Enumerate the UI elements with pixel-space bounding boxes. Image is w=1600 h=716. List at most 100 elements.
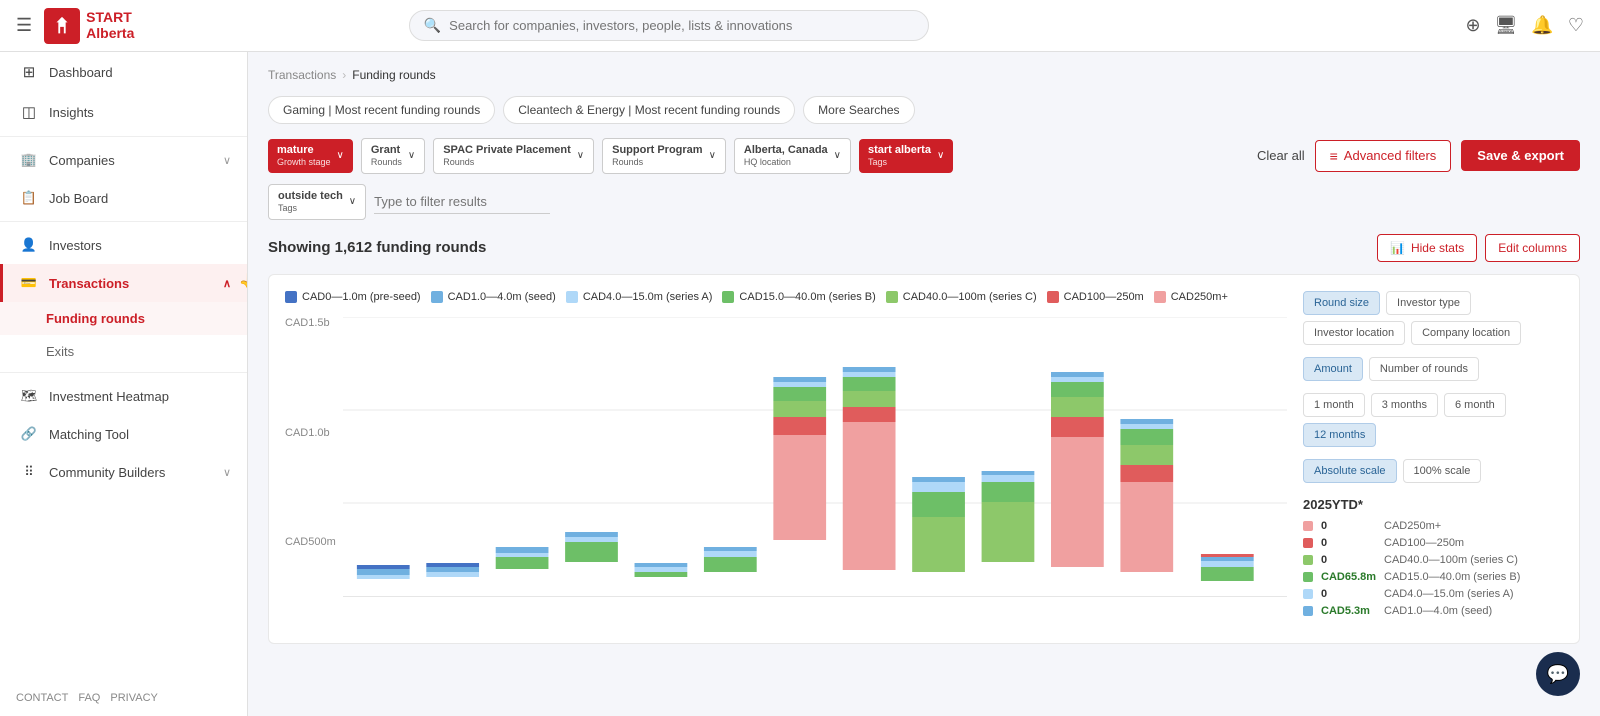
hamburger-icon[interactable]: ☰ — [16, 15, 32, 36]
sidebar-sub-exits[interactable]: Exits — [0, 335, 247, 368]
faq-link[interactable]: FAQ — [78, 692, 100, 704]
results-actions: 📊 Hide stats Edit columns — [1377, 234, 1580, 262]
advanced-filters-button[interactable]: ≡ Advanced filters — [1315, 140, 1452, 172]
sidebar-item-community-builders[interactable]: ⠿ Community Builders ∨ — [0, 453, 247, 491]
insights-icon: ◫ — [19, 103, 39, 121]
chat-bubble[interactable]: 💬 — [1536, 652, 1580, 696]
add-icon[interactable]: ⊕ — [1465, 15, 1480, 36]
sidebar-label-investment-heatmap: Investment Heatmap — [49, 389, 231, 404]
filter-growth-stage[interactable]: mature Growth stage ∨ — [268, 139, 353, 173]
cursor-hint: 👆 — [238, 268, 248, 294]
sidebar: ⊞ Dashboard ◫ Insights 🏢 Companies ∨ 📋 J… — [0, 52, 248, 716]
ctrl-number-of-rounds[interactable]: Number of rounds — [1369, 357, 1479, 381]
legend-dot-cad250plus — [1154, 291, 1166, 303]
saved-search-cleantech[interactable]: Cleantech & Energy | Most recent funding… — [503, 96, 795, 124]
stat-row-0: 0 CAD250m+ — [1303, 520, 1563, 532]
ctrl-100-scale[interactable]: 100% scale — [1403, 459, 1482, 483]
save-export-button[interactable]: Save & export — [1461, 140, 1580, 171]
clear-all-button[interactable]: Clear all — [1257, 148, 1305, 163]
ctrl-company-location[interactable]: Company location — [1411, 321, 1521, 345]
breadcrumb-current: Funding rounds — [352, 68, 435, 82]
ctrl-amount[interactable]: Amount — [1303, 357, 1363, 381]
results-count: Showing 1,612 funding rounds — [268, 239, 486, 256]
chart-section: CAD0—1.0m (pre-seed) CAD1.0—4.0m (seed) … — [268, 274, 1580, 644]
exits-label: Exits — [46, 344, 74, 359]
y-label-1-5b: CAD1.5b — [285, 317, 340, 329]
community-builders-chevron: ∨ — [223, 466, 231, 479]
legend-series-b: CAD15.0—40.0m (series B) — [722, 291, 875, 303]
stat-label-3: CAD15.0—40.0m (series B) — [1384, 571, 1520, 583]
hide-stats-button[interactable]: 📊 Hide stats — [1377, 234, 1477, 262]
contact-link[interactable]: CONTACT — [16, 692, 68, 704]
monitor-icon[interactable]: 🖥 — [1495, 15, 1518, 36]
legend-cad250plus: CAD250m+ — [1154, 291, 1228, 303]
legend-cad100-250: CAD100—250m — [1047, 291, 1144, 303]
filter-start-alberta[interactable]: start alberta Tags ∨ — [859, 139, 953, 173]
stat-label-5: CAD1.0—4.0m (seed) — [1384, 605, 1492, 617]
ctrl-3months[interactable]: 3 months — [1371, 393, 1438, 417]
legend-dot-series-c — [886, 291, 898, 303]
heart-icon[interactable]: ♡ — [1568, 15, 1584, 36]
sidebar-sub-funding-rounds[interactable]: Funding rounds — [0, 302, 247, 335]
legend-series-c: CAD40.0—100m (series C) — [886, 291, 1037, 303]
sidebar-item-transactions[interactable]: 💳 Transactions ∧ 👆 — [0, 264, 247, 302]
stat-label-4: CAD4.0—15.0m (series A) — [1384, 588, 1514, 600]
filter-hq-location[interactable]: Alberta, Canada HQ location ∨ — [734, 138, 851, 174]
main-content: Transactions › Funding rounds Gaming | M… — [248, 52, 1600, 716]
stat-row-2: 0 CAD40.0—100m (series C) — [1303, 554, 1563, 566]
ctrl-investor-location[interactable]: Investor location — [1303, 321, 1405, 345]
filter-outside-tech[interactable]: outside tech Tags ∨ — [268, 184, 366, 220]
sidebar-label-transactions: Transactions — [49, 276, 213, 291]
breadcrumb-parent[interactable]: Transactions — [268, 68, 336, 82]
sidebar-divider-2 — [0, 221, 247, 222]
more-searches-button[interactable]: More Searches — [803, 96, 914, 124]
sidebar-divider-3 — [0, 372, 247, 373]
filter-row-2: outside tech Tags ∨ — [268, 184, 1580, 220]
ctrl-12months[interactable]: 12 months — [1303, 423, 1376, 447]
dashboard-icon: ⊞ — [19, 63, 39, 81]
filter-text-input[interactable] — [374, 190, 550, 214]
sidebar-item-investment-heatmap[interactable]: 🗺 Investment Heatmap — [0, 377, 247, 415]
breadcrumb: Transactions › Funding rounds — [268, 68, 1580, 82]
stat-label-2: CAD40.0—100m (series C) — [1384, 554, 1518, 566]
transactions-icon: 💳 — [19, 275, 39, 291]
saved-searches: Gaming | Most recent funding rounds Clea… — [268, 96, 1580, 124]
legend-series-a: CAD4.0—15.0m (series A) — [566, 291, 713, 303]
ctrl-1month[interactable]: 1 month — [1303, 393, 1365, 417]
stat-row-4: 0 CAD4.0—15.0m (series A) — [1303, 588, 1563, 600]
sidebar-label-investors: Investors — [49, 238, 231, 253]
legend-dot-series-a — [566, 291, 578, 303]
y-label-500m: CAD500m — [285, 536, 340, 548]
sidebar-item-insights[interactable]: ◫ Insights — [0, 92, 247, 132]
legend-label-series-a: CAD4.0—15.0m (series A) — [583, 291, 713, 303]
search-input[interactable] — [449, 18, 914, 33]
search-bar[interactable]: 🔍 — [409, 10, 929, 41]
stat-dot-4 — [1303, 589, 1313, 599]
sidebar-item-investors[interactable]: 👤 Investors — [0, 226, 247, 264]
sidebar-item-companies[interactable]: 🏢 Companies ∨ — [0, 141, 247, 179]
bell-icon[interactable]: 🔔 — [1531, 15, 1553, 36]
ctrl-absolute-scale[interactable]: Absolute scale — [1303, 459, 1397, 483]
sidebar-item-job-board[interactable]: 📋 Job Board — [0, 179, 247, 217]
chart-stats: 2025YTD* 0 CAD250m+ 0 CAD100—250m — [1303, 497, 1563, 617]
legend-label-cad100-250: CAD100—250m — [1064, 291, 1144, 303]
sidebar-item-dashboard[interactable]: ⊞ Dashboard — [0, 52, 247, 92]
ctrl-round-size[interactable]: Round size — [1303, 291, 1380, 315]
stat-val-3: CAD65.8m — [1321, 571, 1376, 583]
edit-columns-button[interactable]: Edit columns — [1485, 234, 1580, 262]
topnav-icons: ⊕ 🖥 🔔 ♡ — [1465, 15, 1584, 36]
filter-support-program[interactable]: Support Program Rounds ∨ — [602, 138, 726, 174]
stat-label-0: CAD250m+ — [1384, 520, 1441, 532]
ctrl-6month[interactable]: 6 month — [1444, 393, 1506, 417]
transactions-chevron: ∧ — [223, 277, 231, 290]
privacy-link[interactable]: PRIVACY — [110, 692, 157, 704]
filter-bars-icon: ≡ — [1330, 148, 1338, 164]
sidebar-item-matching-tool[interactable]: 🔗 Matching Tool — [0, 415, 247, 453]
chart-area: CAD1.5b CAD1.0b CAD500m — [285, 317, 1287, 627]
saved-search-gaming[interactable]: Gaming | Most recent funding rounds — [268, 96, 495, 124]
ctrl-investor-type[interactable]: Investor type — [1386, 291, 1471, 315]
stat-row-1: 0 CAD100—250m — [1303, 537, 1563, 549]
chart-controls: Round size Investor type Investor locati… — [1303, 291, 1563, 483]
filter-spac[interactable]: SPAC Private Placement Rounds ∨ — [433, 138, 594, 174]
filter-grant[interactable]: Grant Rounds ∨ — [361, 138, 425, 174]
